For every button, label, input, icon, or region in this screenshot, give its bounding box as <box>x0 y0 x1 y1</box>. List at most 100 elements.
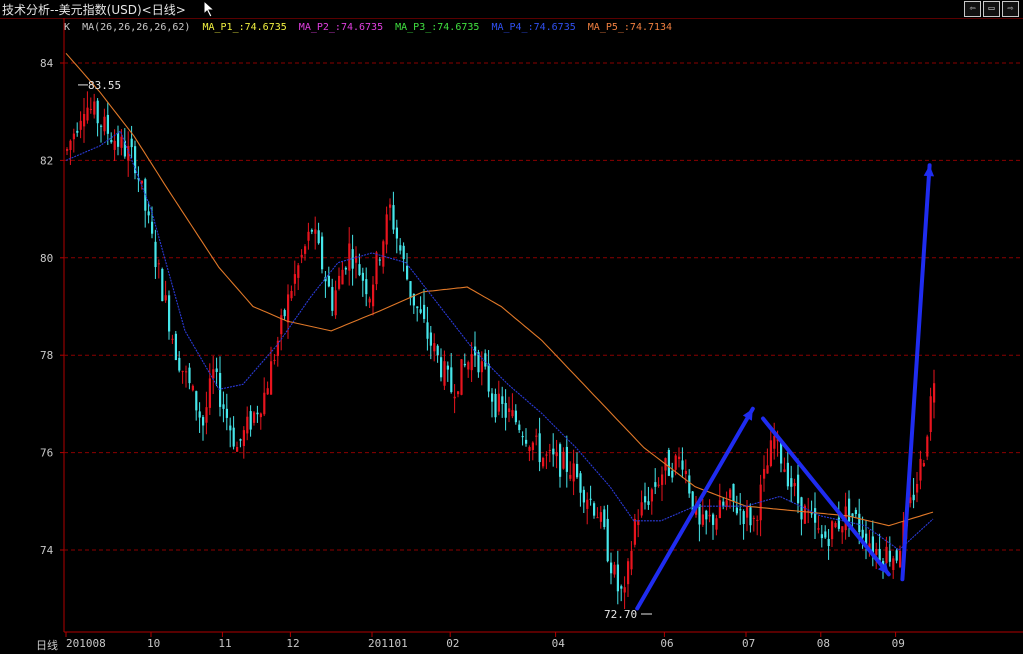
candle-body <box>895 550 898 561</box>
candle-body <box>837 517 840 529</box>
candle-body <box>657 484 660 486</box>
candle-body <box>375 252 378 285</box>
candle-body <box>783 469 786 472</box>
candle-body <box>487 363 490 392</box>
candle-body <box>259 413 262 418</box>
candle-body <box>436 345 439 356</box>
candle-body <box>885 546 888 564</box>
candle-body <box>793 483 796 487</box>
y-tick-label: 74 <box>40 544 54 557</box>
candle-body <box>253 412 256 423</box>
candle-body <box>718 500 721 519</box>
candle-body <box>878 548 881 561</box>
candle-body <box>899 550 902 568</box>
candle-body <box>674 455 677 470</box>
candle-body <box>698 503 701 525</box>
candle-body <box>453 396 456 399</box>
candle-body <box>933 383 936 403</box>
y-tick-label: 80 <box>40 252 53 265</box>
candle-body <box>215 368 218 372</box>
candle-body <box>701 514 704 525</box>
candle-body <box>168 295 171 332</box>
candle-body <box>164 295 167 301</box>
candle-body <box>385 214 388 245</box>
x-tick-label: 06 <box>660 637 673 650</box>
candle-body <box>599 512 602 522</box>
candle-body <box>586 499 589 509</box>
candle-body <box>497 393 500 412</box>
candle-body <box>548 449 551 451</box>
candle-body <box>212 369 215 379</box>
candle-body <box>263 392 266 415</box>
candle-body <box>511 410 514 417</box>
candle-body <box>552 448 555 455</box>
candle-body <box>205 407 208 423</box>
candle-body <box>83 114 86 127</box>
candle-body <box>528 447 531 452</box>
candle-body <box>395 227 398 239</box>
candle-body <box>494 394 497 418</box>
candle-body <box>344 267 347 270</box>
candle-body <box>650 489 653 502</box>
candle-body <box>824 531 827 538</box>
candle-body <box>739 509 742 511</box>
price-chart[interactable]: 84 82 80 78 76 74 201008 10 11 12 201101 02 04 06 07 08… <box>0 0 1023 654</box>
x-tick-label: 10 <box>147 637 160 650</box>
candle-body <box>504 402 507 418</box>
candle-body <box>797 474 800 504</box>
candle-body <box>368 298 371 303</box>
candle-body <box>287 294 290 323</box>
candle-body <box>154 241 157 268</box>
candle-body <box>86 107 89 121</box>
candle-body <box>399 245 402 251</box>
candle-body <box>861 529 864 538</box>
candle-body <box>171 338 174 340</box>
candle-body <box>246 416 249 434</box>
candle-body <box>365 279 368 295</box>
candle-body <box>633 518 636 545</box>
candle-body <box>185 371 188 373</box>
candle-body <box>613 564 616 575</box>
candle-body <box>457 391 460 395</box>
candle-body <box>630 550 633 570</box>
candle-body <box>100 125 103 127</box>
candle-body <box>331 287 334 311</box>
candle-body <box>773 435 776 449</box>
candle-body <box>72 133 75 140</box>
candle-body <box>106 114 109 134</box>
candle-body <box>620 586 623 589</box>
candle-body <box>181 370 184 372</box>
candle-body <box>463 363 466 366</box>
candle-body <box>919 458 922 481</box>
candle-body <box>110 140 113 143</box>
candle-body <box>297 265 300 278</box>
high-price-label: 83.55 <box>88 79 122 92</box>
candle-body <box>712 514 715 525</box>
candle-body <box>191 385 194 391</box>
candle-body <box>239 439 242 441</box>
candle-body <box>746 506 749 518</box>
candle-body <box>443 361 446 386</box>
candle-body <box>161 268 164 302</box>
candle-body <box>314 229 317 234</box>
candle-body <box>76 130 79 133</box>
candle-body <box>225 408 228 418</box>
candle-body <box>848 498 851 522</box>
candle-body <box>735 507 738 514</box>
candle-body <box>236 446 239 452</box>
candle-body <box>514 410 517 423</box>
candle-body <box>147 211 150 216</box>
candle-body <box>579 473 582 493</box>
candle-body <box>232 427 235 447</box>
candle-body <box>627 561 630 585</box>
candle-body <box>96 100 99 124</box>
candle-body <box>559 444 562 477</box>
candle-body <box>300 254 303 258</box>
candle-body <box>654 482 657 487</box>
candle-body <box>841 526 844 533</box>
candle-body <box>446 365 449 370</box>
candle-body <box>875 548 878 555</box>
candle-body <box>178 357 181 371</box>
candle-body <box>392 205 395 230</box>
candle-body <box>491 393 494 402</box>
